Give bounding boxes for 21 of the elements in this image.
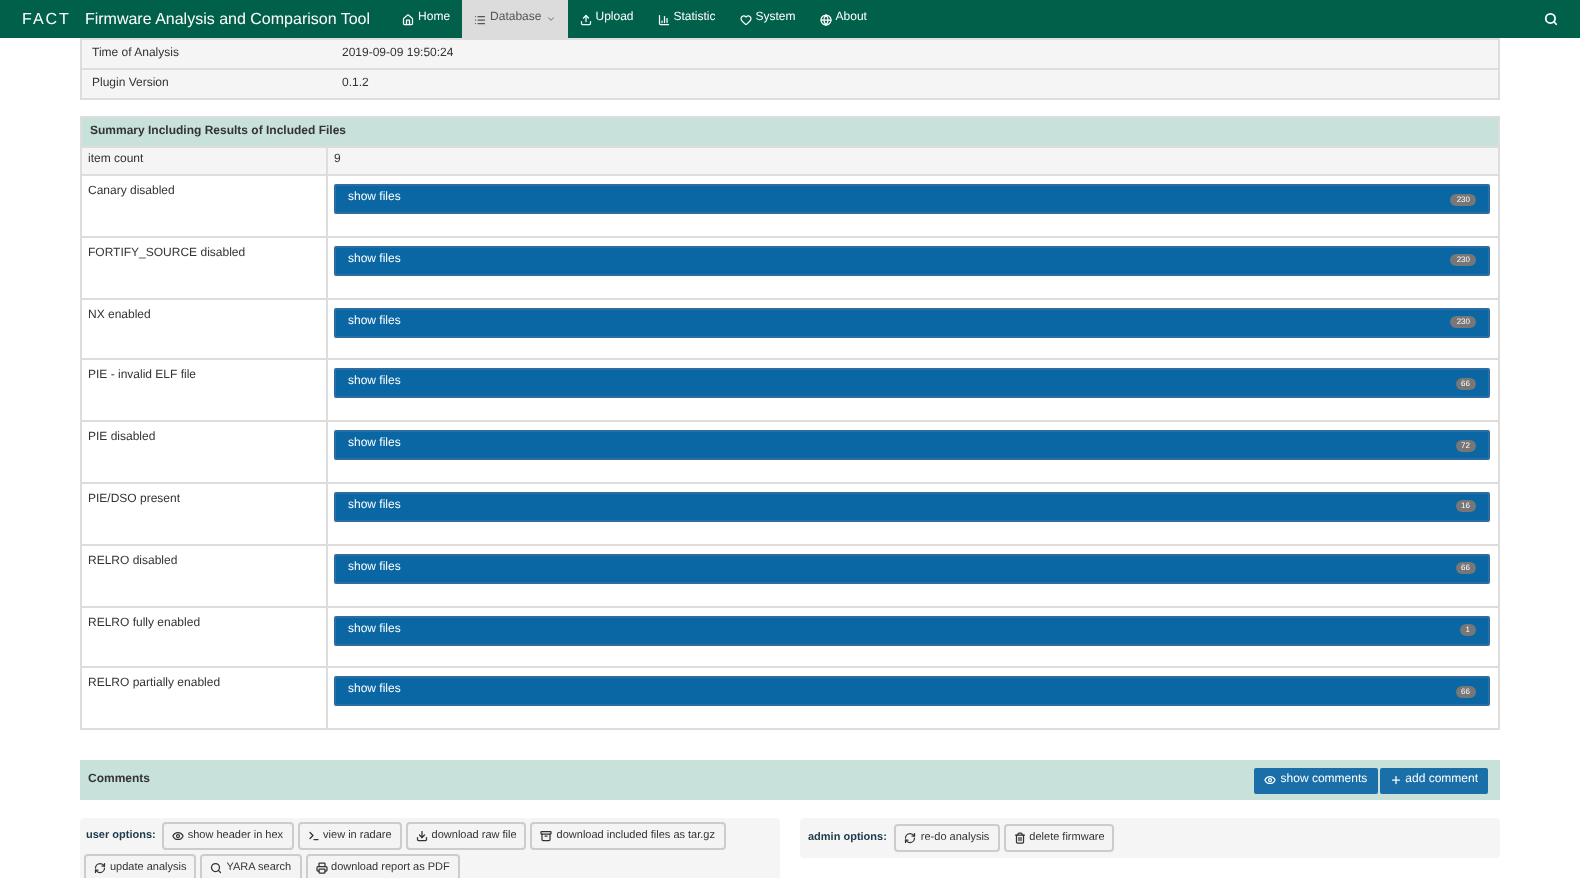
- upload-icon: [579, 13, 592, 25]
- logo[interactable]: FACT: [22, 7, 71, 31]
- trash-icon: [1013, 832, 1026, 845]
- search-icon: [210, 862, 223, 875]
- download-icon: [415, 830, 428, 843]
- list-icon: [474, 13, 487, 25]
- app-title[interactable]: Firmware Analysis and Comparison Tool: [84, 7, 371, 31]
- search-icon[interactable]: [1544, 12, 1558, 26]
- heart-icon: [739, 13, 752, 25]
- caret-icon: [545, 14, 556, 24]
- refresh-icon: [94, 862, 106, 875]
- eye-icon: [1264, 774, 1277, 787]
- refresh-icon: [904, 832, 917, 845]
- terminal-icon: [307, 830, 320, 843]
- printer-icon: [315, 862, 328, 875]
- eye-icon: [171, 830, 184, 843]
- plus-icon: [1389, 774, 1402, 787]
- bar-chart-icon: [657, 13, 670, 25]
- home-icon: [402, 13, 415, 25]
- globe-icon: [819, 13, 832, 25]
- archive-icon: [540, 830, 553, 843]
